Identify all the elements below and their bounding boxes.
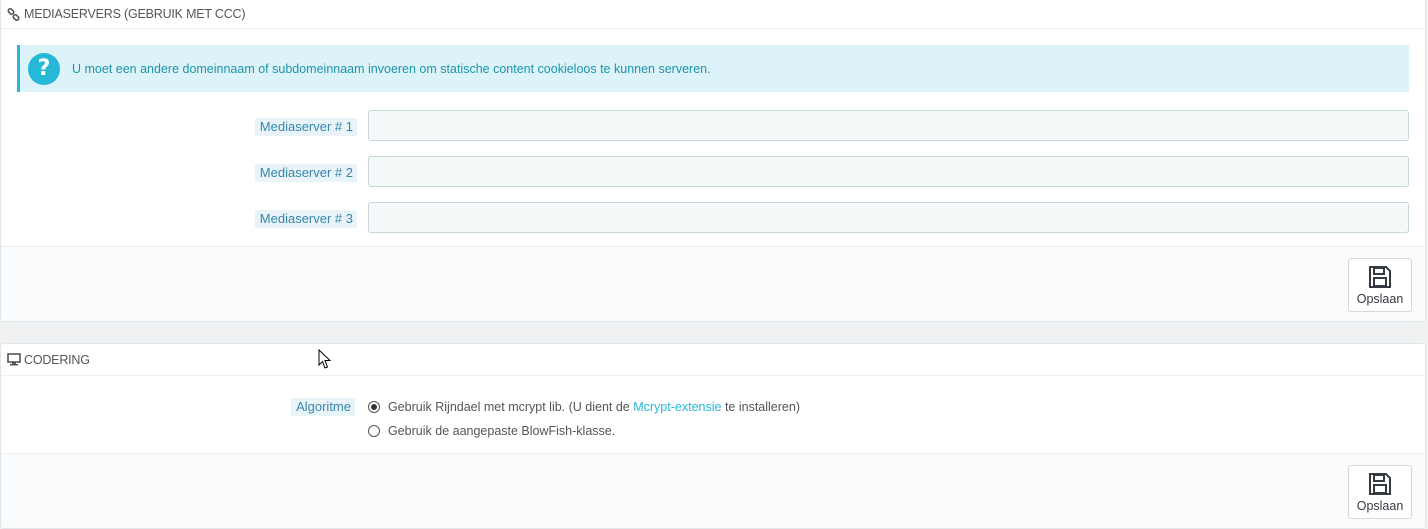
algorithm-option-rijndael[interactable]: Gebruik Rijndael met mcrypt lib. (U dien… [368, 400, 800, 414]
mediaservers-panel-heading: MEDIASERVERS (GEBRUIK MET CCC) [1, 0, 1425, 29]
mediaserver-1-label: Mediaserver # 1 [254, 118, 357, 136]
encoding-panel-title: CODERING [24, 352, 90, 367]
mediaserver-3-label: Mediaserver # 3 [254, 210, 357, 228]
encoding-save-label: Opslaan [1356, 498, 1404, 513]
algorithm-option-blowfish[interactable]: Gebruik de aangepaste BlowFish-klasse. [368, 424, 615, 438]
mcrypt-extension-link[interactable]: Mcrypt-extensie [633, 400, 721, 414]
algorithm-label: Algoritme [291, 398, 355, 416]
info-alert: ? U moet een andere domeinnaam of subdom… [17, 45, 1409, 92]
encoding-save-button[interactable]: Opslaan [1348, 465, 1412, 519]
desktop-icon [7, 353, 21, 367]
blowfish-option-label: Gebruik de aangepaste BlowFish-klasse. [388, 424, 616, 438]
mediaservers-save-button[interactable]: Opslaan [1348, 258, 1412, 312]
mediaservers-panel-title: MEDIASERVERS (GEBRUIK MET CCC) [24, 7, 246, 21]
mediaserver-2-label: Mediaserver # 2 [254, 164, 357, 182]
info-alert-message: U moet een andere domeinnaam of subdomei… [72, 61, 711, 76]
rijndael-radio[interactable] [368, 401, 380, 413]
mediaserver-1-row: Mediaserver # 1 [1, 110, 1425, 142]
encoding-panel-heading: CODERING [1, 344, 1425, 376]
mediaservers-panel-footer: Opslaan [1, 246, 1425, 321]
floppy-disk-icon [1369, 265, 1391, 288]
link-icon [7, 7, 21, 21]
question-icon: ? [28, 52, 60, 85]
floppy-disk-icon [1369, 472, 1391, 495]
mouse-cursor-icon [318, 349, 332, 369]
rijndael-option-label: Gebruik Rijndael met mcrypt lib. (U dien… [388, 400, 800, 414]
mediaserver-1-input[interactable] [368, 110, 1409, 141]
encoding-panel: CODERING Algoritme Gebruik Rijndael met … [0, 343, 1426, 529]
mediaserver-2-row: Mediaserver # 2 [1, 156, 1425, 188]
mediaserver-2-input[interactable] [368, 156, 1409, 187]
mediaserver-3-input[interactable] [368, 202, 1409, 233]
mediaservers-save-label: Opslaan [1356, 291, 1404, 306]
blowfish-radio[interactable] [368, 425, 380, 437]
encoding-panel-footer: Opslaan [1, 453, 1425, 528]
mediaserver-3-row: Mediaserver # 3 [1, 202, 1425, 234]
mediaservers-panel: MEDIASERVERS (GEBRUIK MET CCC) ? U moet … [0, 0, 1426, 322]
